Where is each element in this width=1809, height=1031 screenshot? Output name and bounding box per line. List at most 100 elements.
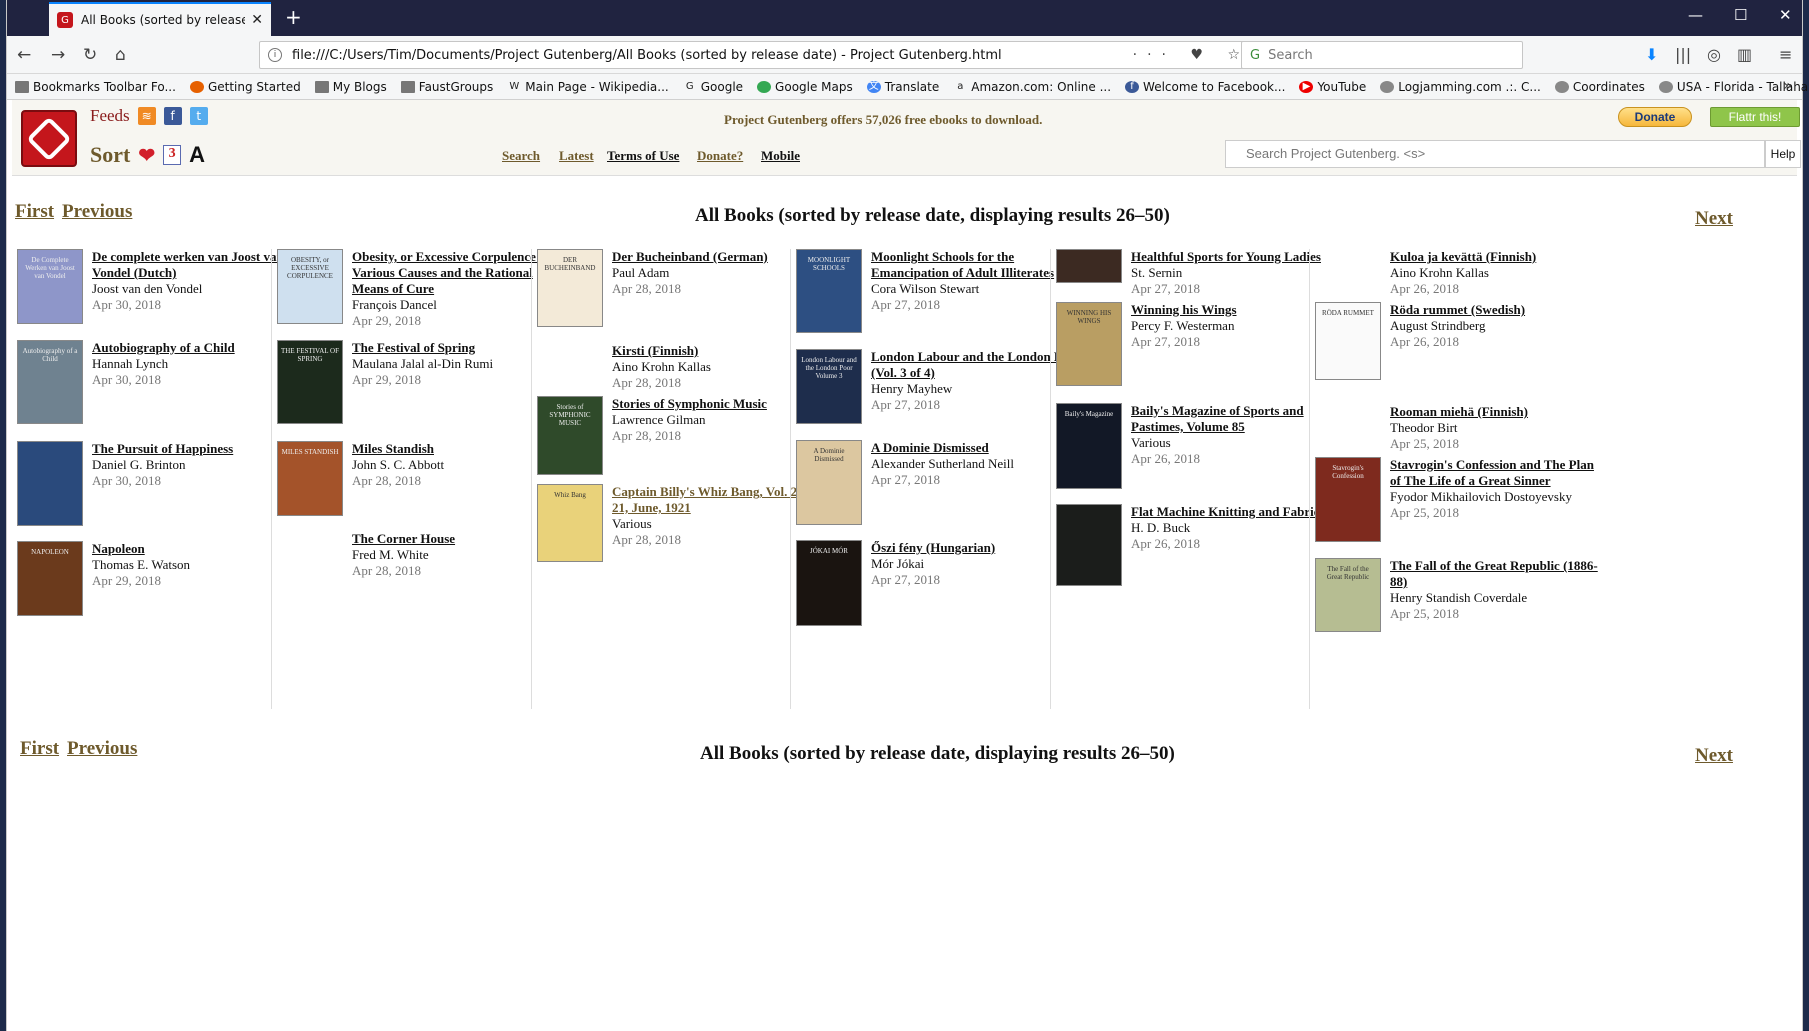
book-title-link[interactable]: Röda rummet (Swedish) [1390,302,1605,318]
bookmark-item[interactable]: a Amazon.com: Online ... [953,80,1111,94]
book-title-link[interactable]: Baily's Magazine of Sports and Pastimes,… [1131,403,1346,435]
heart-icon[interactable]: ❤ [138,143,155,168]
book-cover[interactable]: JÓKAI MÓR [796,540,862,626]
bookmark-item[interactable]: W Main Page - Wikipedia... [507,80,668,94]
book-cover[interactable]: Autobiography of a Child [17,340,83,424]
bookmark-item[interactable]: f Welcome to Facebook... [1125,80,1285,94]
url-bar[interactable]: i file:///C:/Users/Tim/Documents/Project… [259,41,1261,69]
new-tab-icon[interactable]: + [285,5,302,29]
book-cover[interactable] [1056,249,1122,283]
book-title-link[interactable]: Stavrogin's Confession and The Plan of T… [1390,457,1605,489]
book-title-link[interactable]: Captain Billy's Whiz Bang, Vol. 2, No. 2… [612,484,827,516]
nav-search[interactable]: Search [502,148,540,164]
book-cover[interactable]: MOONLIGHT SCHOOLS [796,249,862,333]
book-title-link[interactable]: Kirsti (Finnish) [612,343,827,359]
bookmark-item[interactable]: Bookmarks Toolbar Fo... [15,80,176,94]
book-cover[interactable] [1056,504,1122,586]
book-cover[interactable]: THE FESTIVAL OF SPRING [277,340,343,424]
book-title-link[interactable]: Healthful Sports for Young Ladies [1131,249,1346,265]
bookmark-item[interactable]: ▶ YouTube [1299,80,1366,94]
rss-icon[interactable]: ≋ [137,107,156,125]
gutenberg-logo[interactable] [21,110,77,167]
book-title-link[interactable]: Stories of Symphonic Music [612,396,827,412]
alphabet-icon[interactable]: A [189,142,205,168]
book-title-link[interactable]: Flat Machine Knitting and Fabrics [1131,504,1346,520]
book-cover[interactable]: WINNING HIS WINGS [1056,302,1122,386]
menu-icon[interactable]: ≡ [1779,45,1792,64]
nav-donate[interactable]: Donate? [697,148,743,164]
url-text[interactable]: file:///C:/Users/Tim/Documents/Project G… [292,48,1133,63]
window-close-icon[interactable]: ✕ [1779,6,1792,24]
book-cover[interactable]: Whiz Bang [537,484,603,562]
book-title-link[interactable]: Napoleon [92,541,307,557]
close-tab-icon[interactable]: ✕ [251,12,263,28]
bookmark-item[interactable]: 文 Translate [866,80,939,94]
book-title-link[interactable]: A Dominie Dismissed [871,440,1086,456]
book-cover[interactable]: NAPOLEON [17,541,83,616]
downloads-icon[interactable]: ⬇ [1645,45,1658,64]
book-title-link[interactable]: The Festival of Spring [352,340,567,356]
bookmark-item[interactable]: G Google [683,80,743,94]
book-cover[interactable]: MILES STANDISH [277,441,343,516]
nav-mobile[interactable]: Mobile [761,148,800,164]
minimize-icon[interactable]: — [1688,6,1703,24]
book-title-link[interactable]: Moonlight Schools for the Emancipation o… [871,249,1086,281]
book-cover[interactable]: Stories of SYMPHONIC MUSIC [537,396,603,475]
book-title-link[interactable]: Autobiography of a Child [92,340,307,356]
first-link-bottom[interactable]: First [20,738,59,760]
book-title-link[interactable]: De complete werken van Joost van Vondel … [92,249,307,281]
book-title-link[interactable]: London Labour and the London Poor (Vol. … [871,349,1086,381]
active-tab[interactable]: G All Books (sorted by release date) ✕ [49,2,271,36]
next-link[interactable]: Next [1695,208,1733,230]
book-cover[interactable] [17,441,83,526]
reload-icon[interactable]: ↻ [83,45,97,65]
nav-terms[interactable]: Terms of Use [607,148,679,164]
bookmark-item[interactable]: Google Maps [757,80,853,94]
bookmark-item[interactable]: Getting Started [189,80,301,94]
previous-link[interactable]: Previous [62,201,132,223]
facebook-icon[interactable]: f [163,107,182,125]
donate-button[interactable]: Donate [1618,107,1692,127]
book-title-link[interactable]: Őszi fény (Hungarian) [871,540,1086,556]
bookmark-item[interactable]: My Blogs [314,80,387,94]
back-icon[interactable]: ← [17,45,31,65]
book-title-link[interactable]: Obesity, or Excessive Corpulence: The Va… [352,249,567,297]
sync-icon[interactable]: ◎ [1707,45,1721,64]
bookmark-item[interactable]: FaustGroups [400,80,493,94]
bookmark-item[interactable]: Logjamming.com .:. C... [1380,80,1541,94]
page-actions-icon[interactable]: ··· ♥ ☆ [1133,47,1250,63]
library-icon[interactable]: ||| [1675,45,1691,64]
book-cover[interactable]: OBESITY, or EXCESSIVE CORPULENCE [277,249,343,324]
first-link[interactable]: First [15,201,54,223]
book-cover[interactable]: A Dominie Dismissed [796,440,862,525]
help-button[interactable]: Help [1765,140,1801,168]
forward-icon[interactable]: → [51,45,65,65]
site-search-input[interactable]: Search Project Gutenberg. <s> [1225,140,1765,168]
sidebar-icon[interactable]: ▥ [1737,45,1752,64]
book-title-link[interactable]: The Pursuit of Happiness [92,441,307,457]
book-title-link[interactable]: Miles Standish [352,441,567,457]
book-cover[interactable]: The Fall of the Great Republic [1315,558,1381,632]
twitter-icon[interactable]: t [189,107,208,125]
bookmarks-overflow-icon[interactable]: » [1783,78,1792,94]
book-title-link[interactable]: Kuloa ja kevättä (Finnish) [1390,249,1605,265]
maximize-icon[interactable]: ☐ [1734,6,1747,24]
book-cover[interactable]: De Complete Werken van Joost van Vondel [17,249,83,324]
page-info-icon[interactable]: i [268,48,282,62]
previous-link-bottom[interactable]: Previous [67,738,137,760]
book-title-link[interactable]: Rooman miehä (Finnish) [1390,404,1605,420]
book-title-link[interactable]: Der Bucheinband (German) [612,249,827,265]
flattr-button[interactable]: Flattr this! [1710,107,1800,127]
next-link-bottom[interactable]: Next [1695,745,1733,767]
book-cover[interactable]: London Labour and the London Poor Volume… [796,349,862,424]
book-cover[interactable]: Baily's Magazine [1056,403,1122,489]
book-title-link[interactable]: The Corner House [352,531,567,547]
calendar-icon[interactable]: 3 [163,145,182,165]
book-cover[interactable]: DER BUCHEINBAND [537,249,603,327]
book-title-link[interactable]: Winning his Wings [1131,302,1346,318]
home-icon[interactable]: ⌂ [115,45,126,65]
book-cover[interactable]: Stavrogin's Confession [1315,457,1381,542]
browser-search-input[interactable]: G Search [1241,41,1523,69]
book-cover[interactable]: RÖDA RUMMET [1315,302,1381,380]
book-title-link[interactable]: The Fall of the Great Republic (1886-88) [1390,558,1605,590]
